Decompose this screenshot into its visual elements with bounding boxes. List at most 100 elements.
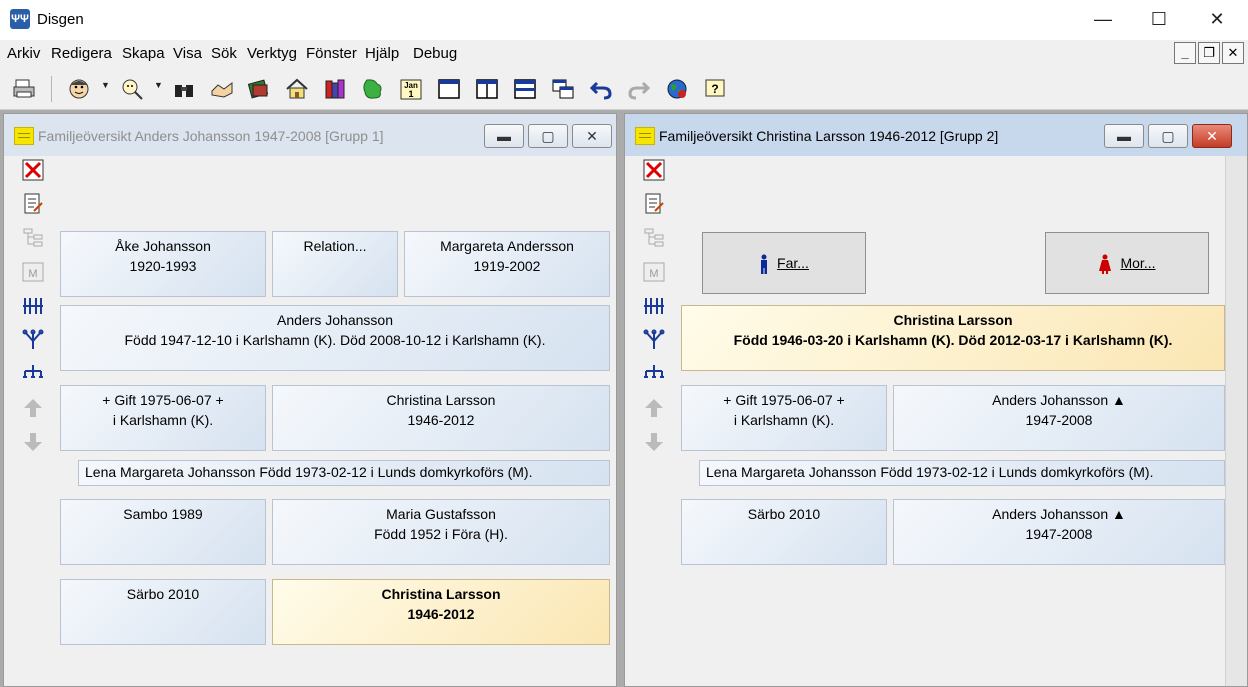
- edit-notes-icon[interactable]: [643, 193, 665, 215]
- menu-arkiv[interactable]: Arkiv: [7, 45, 40, 62]
- menu-sok[interactable]: Sök: [211, 45, 237, 62]
- marriage-line2: i Karlshamn (K).: [733, 412, 835, 428]
- vertical-scrollbar[interactable]: [1225, 156, 1247, 686]
- toolbar-separator: [51, 76, 52, 102]
- person-search-dropdown-icon[interactable]: ▼: [154, 80, 163, 90]
- partner-name: Maria Gustafsson: [386, 506, 496, 522]
- mother-box[interactable]: Margareta Andersson 1919-2002: [404, 231, 610, 297]
- window-split-horizontal-icon[interactable]: [513, 77, 537, 101]
- apart-relation-box[interactable]: Särbo 2010: [60, 579, 266, 645]
- apart-relation-line1: Särbo 2010: [747, 506, 821, 522]
- binoculars-icon[interactable]: [172, 77, 196, 101]
- family-overview-window-left: Familjeöversikt Anders Johansson 1947-20…: [3, 113, 617, 687]
- delete-icon[interactable]: [22, 159, 44, 181]
- person-search-icon[interactable]: [120, 77, 144, 101]
- tree-list-icon[interactable]: [643, 227, 665, 249]
- father-button[interactable]: Far...: [702, 232, 866, 294]
- partner-box[interactable]: Christina Larsson 1946-2012: [272, 385, 610, 451]
- menu-visa[interactable]: Visa: [173, 45, 202, 62]
- title-bar: ΨΨ Disgen — ☐ ✕: [0, 0, 1248, 40]
- child-close-button[interactable]: ✕: [1192, 124, 1232, 148]
- columns-icon[interactable]: [643, 295, 665, 317]
- person-dropdown-icon[interactable]: ▼: [101, 80, 110, 90]
- columns-icon[interactable]: [22, 295, 44, 317]
- mdi-minimize-button[interactable]: _: [1174, 42, 1196, 64]
- father-box[interactable]: Åke Johansson 1920-1993: [60, 231, 266, 297]
- move-down-icon[interactable]: [22, 431, 44, 453]
- cohabitation-box[interactable]: Sambo 1989: [60, 499, 266, 565]
- toolbar: ▼ ▼ Jan 1 ?: [0, 68, 1248, 110]
- close-button[interactable]: ✕: [1188, 0, 1246, 38]
- minimize-button[interactable]: —: [1074, 0, 1132, 38]
- child-text: Lena Margareta Johansson Född 1973-02-12…: [85, 464, 533, 480]
- window-split-vertical-icon[interactable]: [475, 77, 499, 101]
- child-box[interactable]: Lena Margareta Johansson Född 1973-02-12…: [699, 460, 1225, 486]
- apart-relation-box[interactable]: Särbo 2010: [681, 499, 887, 565]
- apart-relation-line1: Särbo 2010: [126, 586, 200, 602]
- svg-text:M: M: [649, 268, 658, 280]
- pedigree-icon[interactable]: [22, 363, 44, 385]
- marriage-box[interactable]: + Gift 1975-06-07 + i Karlshamn (K).: [681, 385, 887, 451]
- family-group-icon[interactable]: M: [643, 261, 665, 283]
- child-minimize-button[interactable]: ▬: [1104, 124, 1144, 148]
- main-person-box[interactable]: Anders Johansson Född 1947-12-10 i Karls…: [60, 305, 610, 371]
- handshake-icon[interactable]: [210, 77, 234, 101]
- redo-icon[interactable]: [627, 77, 651, 101]
- window-single-icon[interactable]: [437, 77, 461, 101]
- menu-hjalp[interactable]: Hjälp: [365, 45, 399, 62]
- main-person-box[interactable]: Christina Larsson Född 1946-03-20 i Karl…: [681, 305, 1225, 371]
- maximize-button[interactable]: ☐: [1130, 0, 1188, 38]
- svg-text:?: ?: [711, 82, 718, 96]
- tree-list-icon[interactable]: [22, 227, 44, 249]
- main-person-name: Anders Johansson: [277, 312, 393, 328]
- edit-notes-icon[interactable]: [22, 193, 44, 215]
- help-icon[interactable]: ?: [703, 77, 727, 101]
- father-years: 1920-1993: [129, 258, 197, 274]
- child-text: Lena Margareta Johansson Född 1973-02-12…: [706, 464, 1154, 480]
- main-person-info: Född 1947-12-10 i Karlshamn (K). Död 200…: [124, 332, 546, 348]
- home-icon[interactable]: [285, 77, 309, 101]
- child-maximize-button[interactable]: ▢: [528, 124, 568, 148]
- window-cascade-icon[interactable]: [551, 77, 575, 101]
- family-sheet-icon: [14, 127, 34, 145]
- menu-redigera[interactable]: Redigera: [51, 45, 112, 62]
- mdi-close-button[interactable]: ✕: [1222, 42, 1244, 64]
- marriage-box[interactable]: + Gift 1975-06-07 + i Karlshamn (K).: [60, 385, 266, 451]
- menu-skapa[interactable]: Skapa: [122, 45, 165, 62]
- family-sheet-icon: [635, 127, 655, 145]
- mother-button[interactable]: Mor...: [1045, 232, 1209, 294]
- child-close-button[interactable]: ✕: [572, 124, 612, 148]
- app-title: Disgen: [37, 11, 84, 28]
- move-up-icon[interactable]: [643, 397, 665, 419]
- menu-debug[interactable]: Debug: [413, 45, 457, 62]
- child-box[interactable]: Lena Margareta Johansson Född 1973-02-12…: [78, 460, 610, 486]
- child-minimize-button[interactable]: ▬: [484, 124, 524, 148]
- partner-box[interactable]: Maria Gustafsson Född 1952 i Föra (H).: [272, 499, 610, 565]
- print-icon[interactable]: [12, 77, 36, 101]
- descendants-icon[interactable]: [22, 329, 44, 351]
- map-icon[interactable]: [361, 77, 385, 101]
- partner-box[interactable]: Anders Johansson ▲ 1947-2008: [893, 385, 1225, 451]
- svg-text:M: M: [28, 268, 37, 280]
- partner-name: Christina Larsson: [386, 392, 496, 408]
- descendants-icon[interactable]: [643, 329, 665, 351]
- marriage-line1: + Gift 1975-06-07 +: [723, 392, 845, 408]
- undo-icon[interactable]: [589, 77, 613, 101]
- move-down-icon[interactable]: [643, 431, 665, 453]
- delete-icon[interactable]: [643, 159, 665, 181]
- move-up-icon[interactable]: [22, 397, 44, 419]
- books-icon[interactable]: [323, 77, 347, 101]
- globe-icon[interactable]: [665, 77, 689, 101]
- calendar-icon[interactable]: Jan 1: [399, 77, 423, 101]
- menu-fonster[interactable]: Fönster: [306, 45, 357, 62]
- partner-box[interactable]: Anders Johansson ▲ 1947-2008: [893, 499, 1225, 565]
- person-icon[interactable]: [67, 77, 91, 101]
- partner-box-selected[interactable]: Christina Larsson 1946-2012: [272, 579, 610, 645]
- menu-verktyg[interactable]: Verktyg: [247, 45, 297, 62]
- relation-box[interactable]: Relation...: [272, 231, 398, 297]
- mdi-restore-button[interactable]: ❐: [1198, 42, 1220, 64]
- family-group-icon[interactable]: M: [22, 261, 44, 283]
- child-maximize-button[interactable]: ▢: [1148, 124, 1188, 148]
- pedigree-icon[interactable]: [643, 363, 665, 385]
- book-icon[interactable]: [247, 77, 271, 101]
